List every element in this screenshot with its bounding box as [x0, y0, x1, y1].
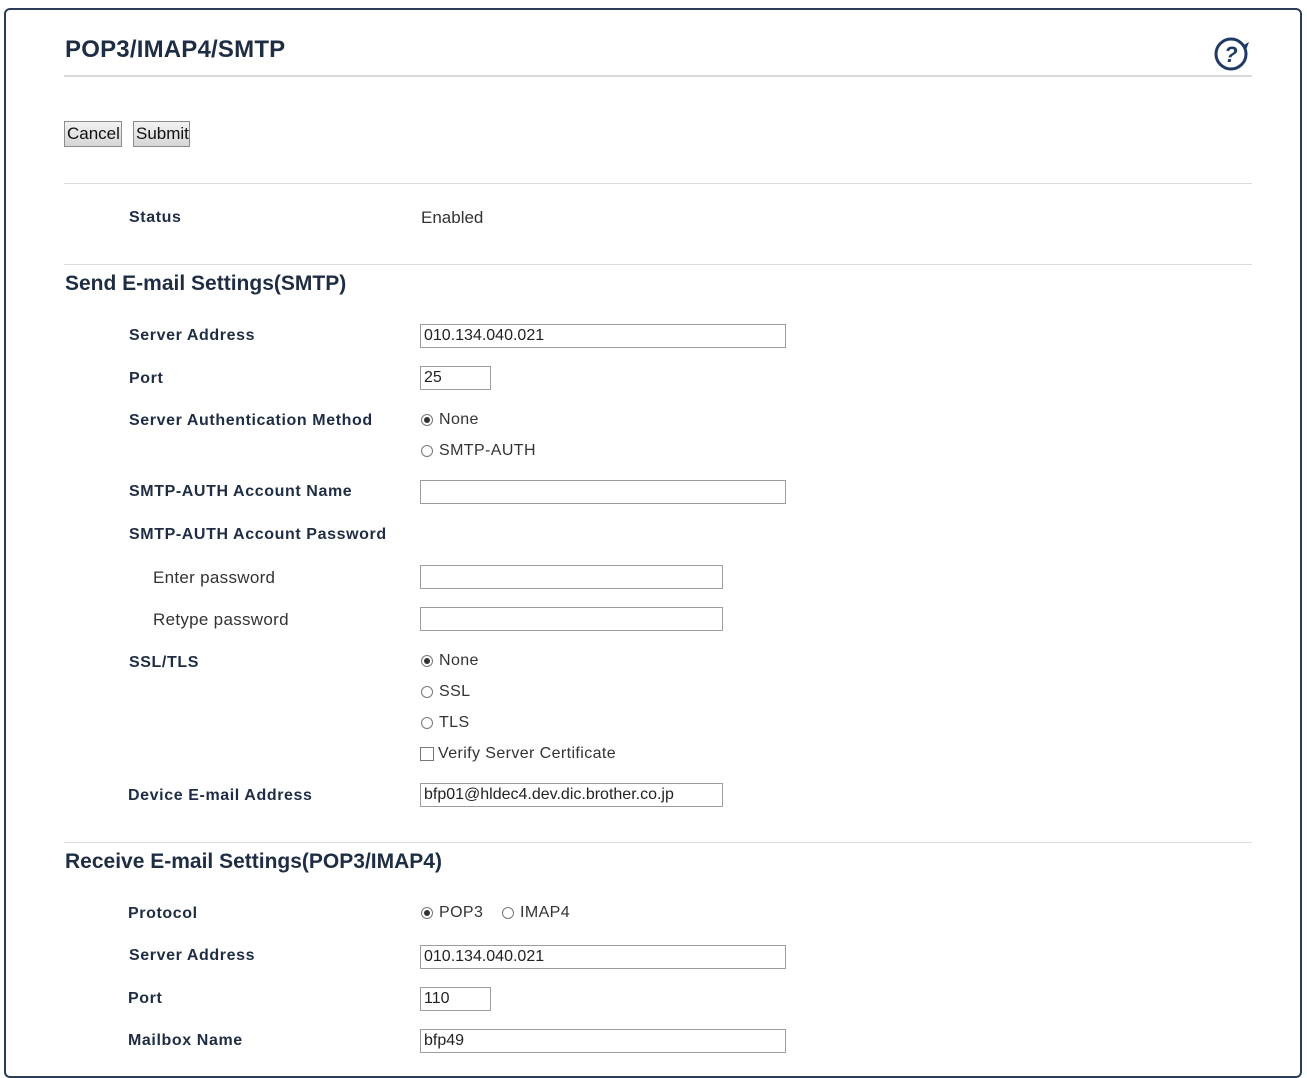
protocol-imap4-label: IMAP4 — [520, 904, 571, 921]
title-divider — [64, 75, 1252, 77]
verify-certificate-label: Verify Server Certificate — [438, 745, 617, 762]
auth-smtp-auth-option[interactable]: SMTP-AUTH — [421, 442, 536, 460]
auth-none-radio[interactable] — [421, 414, 433, 426]
receive-server-address-input[interactable] — [420, 945, 786, 969]
smtp-port-label: Port — [129, 370, 164, 387]
device-email-input[interactable] — [420, 783, 723, 807]
protocol-label: Protocol — [128, 905, 198, 922]
verify-certificate-option[interactable]: Verify Server Certificate — [420, 745, 616, 763]
receive-port-input[interactable] — [420, 987, 491, 1011]
ssl-tls-radio[interactable] — [421, 717, 433, 729]
ssl-ssl-option[interactable]: SSL — [421, 683, 470, 701]
auth-none-label: None — [439, 411, 479, 428]
smtp-server-address-label: Server Address — [129, 327, 256, 344]
auth-none-option[interactable]: None — [421, 411, 479, 429]
ssl-tls-label: SSL/TLS — [129, 654, 199, 671]
protocol-pop3-radio[interactable] — [421, 907, 433, 919]
page-title: POP3/IMAP4/SMTP — [65, 36, 286, 63]
ssl-ssl-label: SSL — [439, 683, 471, 700]
send-section-divider — [64, 842, 1252, 843]
ssl-tls-option-label: TLS — [439, 714, 470, 731]
protocol-pop3-option[interactable]: POP3 — [421, 904, 483, 922]
account-name-label: SMTP-AUTH Account Name — [129, 483, 353, 500]
smtp-port-input[interactable] — [420, 366, 491, 390]
protocol-pop3-label: POP3 — [439, 904, 484, 921]
ssl-none-radio[interactable] — [421, 655, 433, 667]
ssl-tls-option[interactable]: TLS — [421, 714, 470, 732]
receive-port-label: Port — [128, 990, 163, 1007]
mailbox-name-label: Mailbox Name — [128, 1032, 243, 1049]
protocol-imap4-option[interactable]: IMAP4 — [502, 904, 570, 922]
smtp-server-address-input[interactable] — [420, 324, 786, 348]
account-password-label: SMTP-AUTH Account Password — [129, 526, 387, 543]
auth-smtp-auth-radio[interactable] — [421, 445, 433, 457]
help-icon[interactable]: ? — [1212, 36, 1252, 72]
status-divider — [64, 264, 1252, 265]
send-section-heading: Send E-mail Settings(SMTP) — [65, 272, 347, 295]
device-email-label: Device E-mail Address — [128, 787, 313, 804]
auth-method-label: Server Authentication Method — [129, 412, 373, 429]
ssl-ssl-radio[interactable] — [421, 686, 433, 698]
svg-text:?: ? — [1224, 42, 1237, 67]
retype-password-input[interactable] — [420, 607, 723, 631]
toolbar-divider — [64, 183, 1252, 184]
receive-section-heading: Receive E-mail Settings(POP3/IMAP4) — [65, 850, 442, 873]
mailbox-name-input[interactable] — [420, 1029, 786, 1053]
status-value: Enabled — [421, 208, 484, 227]
verify-certificate-checkbox[interactable] — [420, 747, 434, 761]
protocol-imap4-radio[interactable] — [502, 907, 514, 919]
account-name-input[interactable] — [420, 480, 786, 504]
submit-button[interactable]: Submit — [133, 121, 190, 147]
retype-password-label: Retype password — [153, 610, 289, 629]
cancel-button[interactable]: Cancel — [64, 121, 122, 147]
auth-smtp-auth-label: SMTP-AUTH — [439, 442, 536, 459]
status-label: Status — [129, 209, 182, 226]
receive-server-address-label: Server Address — [129, 947, 256, 964]
ssl-none-option[interactable]: None — [421, 652, 479, 670]
enter-password-input[interactable] — [420, 565, 723, 589]
enter-password-label: Enter password — [153, 568, 276, 587]
ssl-none-label: None — [439, 652, 479, 669]
